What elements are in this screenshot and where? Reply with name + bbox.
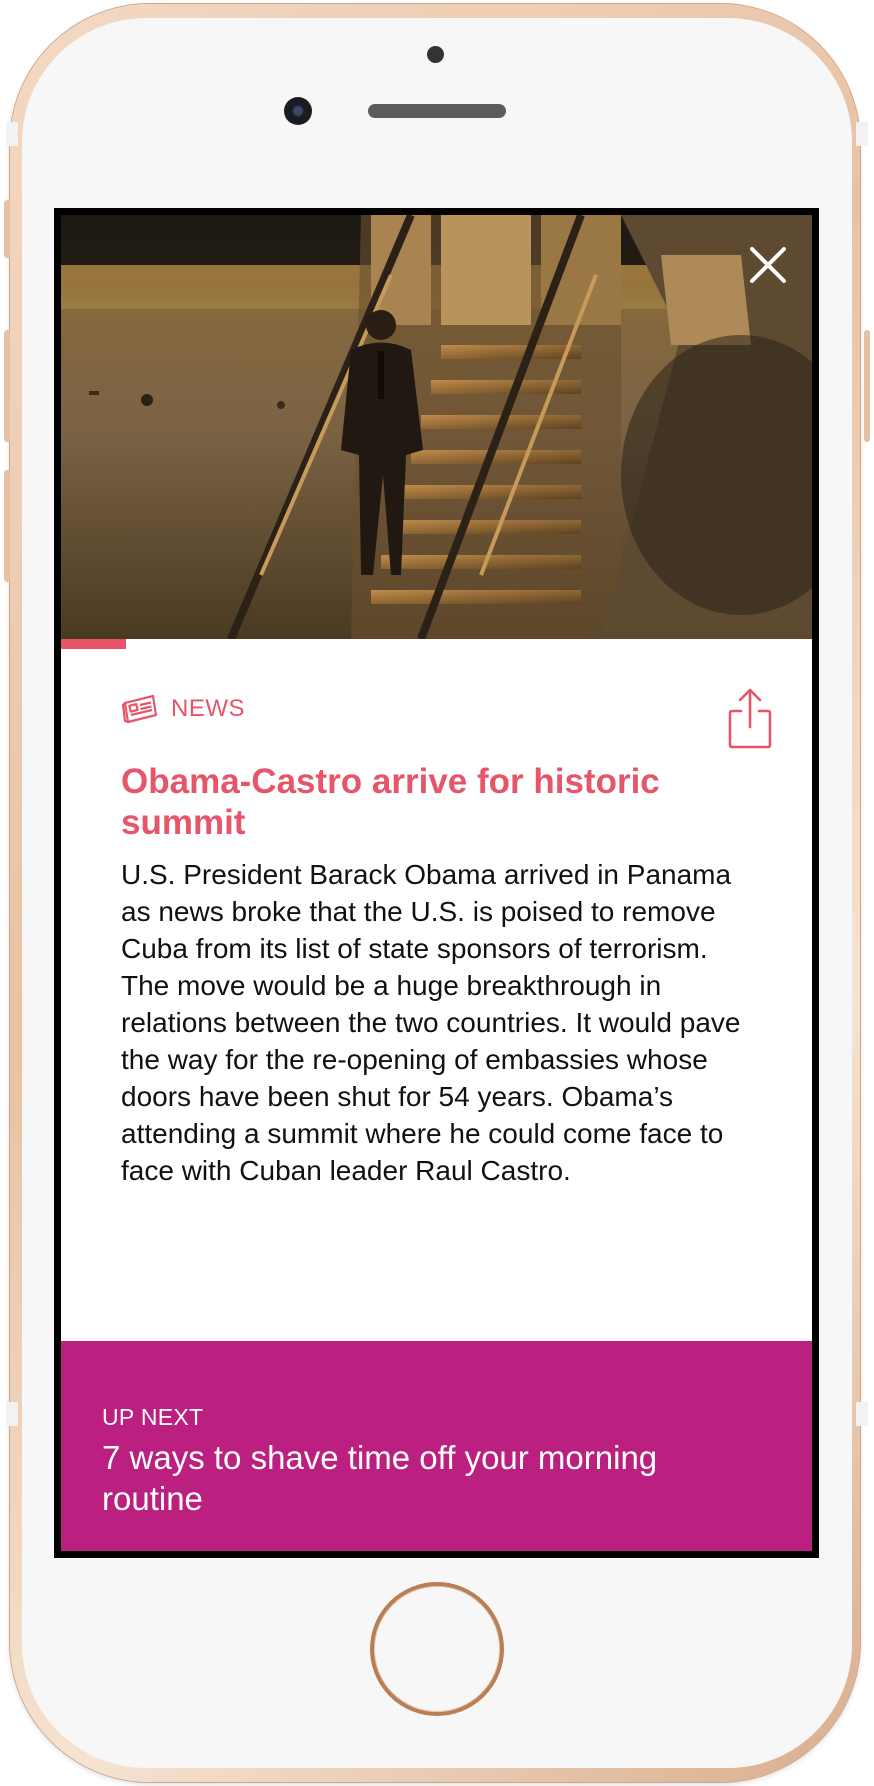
device-mockup: NEWS Obama-Castro arrive for historic su… <box>0 0 874 1786</box>
up-next-label: UP NEXT <box>102 1404 204 1430</box>
video-progress-fill <box>61 639 127 649</box>
share-icon <box>728 688 772 749</box>
earpiece-speaker <box>368 104 506 118</box>
mute-switch <box>4 200 10 258</box>
up-next-title: 7 ways to shave time off your morning ro… <box>102 1439 658 1517</box>
proximity-sensor <box>427 46 444 63</box>
antenna-band <box>6 1402 18 1426</box>
antenna-band <box>856 122 868 146</box>
category-row: NEWS <box>121 693 245 725</box>
up-next-card[interactable]: UP NEXT 7 ways to shave time off your mo… <box>61 1341 812 1551</box>
power-button <box>864 330 870 442</box>
article-card: NEWS Obama-Castro arrive for historic su… <box>61 649 812 1341</box>
newspaper-icon <box>121 694 158 724</box>
antenna-band <box>856 1402 868 1426</box>
category-label: NEWS <box>171 695 245 722</box>
home-button[interactable] <box>370 1582 504 1716</box>
close-button[interactable] <box>746 243 790 287</box>
volume-up-button <box>4 330 10 442</box>
article-headline: Obama-Castro arrive for historic summit <box>121 762 660 842</box>
video-player[interactable] <box>61 215 812 639</box>
close-icon <box>750 247 786 283</box>
volume-down-button <box>4 470 10 582</box>
front-camera <box>284 97 312 125</box>
antenna-band <box>6 122 18 146</box>
article-body: U.S. President Barack Obama arrived in P… <box>121 859 741 1186</box>
video-progress-bar[interactable] <box>61 639 812 649</box>
video-frame-image <box>61 215 812 639</box>
phone-screen: NEWS Obama-Castro arrive for historic su… <box>54 208 819 1558</box>
share-button[interactable] <box>726 687 774 751</box>
